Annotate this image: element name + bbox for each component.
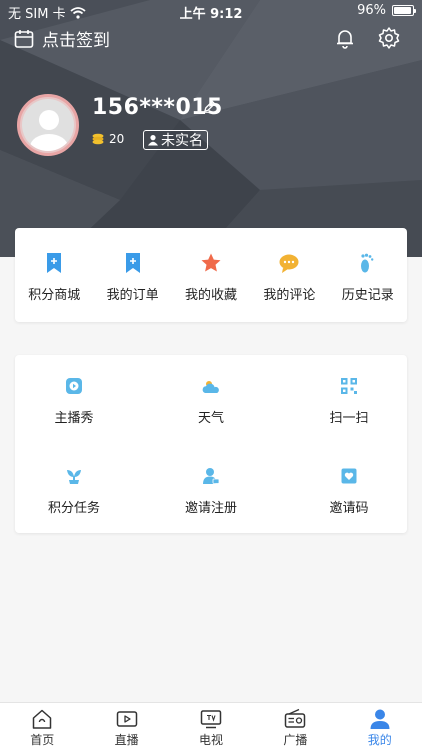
video-play-icon (66, 378, 82, 394)
battery-percent: 96% (357, 3, 386, 18)
quick-action-favorites[interactable]: 我的收藏 (172, 228, 250, 322)
coin-count: 20 (109, 132, 125, 146)
coin-icon (92, 133, 104, 145)
tab-live[interactable]: 直播 (84, 703, 168, 750)
bookmark-plus-icon (125, 253, 140, 273)
scan-icon (341, 378, 357, 394)
status-bar: 无 SIM 卡 上午 9:12 96% (0, 0, 422, 22)
chat-bubble-icon (279, 254, 299, 273)
user-shield-icon (148, 135, 158, 146)
radio-icon (285, 708, 306, 728)
home-icon (32, 709, 52, 729)
service-anchor-show[interactable]: 主播秀 (9, 355, 139, 435)
tab-tv[interactable]: 电视 (169, 703, 253, 750)
live-icon (116, 711, 137, 727)
tv-icon (200, 710, 222, 729)
service-invite-register[interactable]: 邀请注册 (146, 445, 276, 525)
bottom-tab-bar: 首页 直播 电视 广播 我的 (0, 702, 422, 750)
service-weather[interactable]: 天气 (146, 355, 276, 435)
calendar-icon (14, 29, 34, 48)
quick-action-points-mall[interactable]: 积分商城 (15, 228, 93, 322)
default-avatar-icon (30, 110, 68, 151)
sprout-icon (67, 470, 81, 484)
quick-action-comments[interactable]: 我的评论 (250, 228, 328, 322)
bell-icon[interactable] (333, 26, 357, 50)
invite-code-icon (341, 468, 357, 484)
service-invite-code[interactable]: 邀请码 (284, 445, 414, 525)
bookmark-plus-icon (47, 253, 62, 273)
quick-action-history[interactable]: 历史记录 (329, 228, 407, 322)
services-card: 主播秀 天气 扫一扫 积分任务 邀请注册 邀请码 (15, 355, 407, 533)
signin-label: 点击签到 (42, 31, 110, 51)
profile-icon (370, 709, 390, 729)
verify-badge[interactable]: 未实名 (143, 130, 208, 150)
tab-mine[interactable]: 我的 (338, 703, 422, 750)
signin-button[interactable]: 点击签到 (14, 26, 110, 51)
tab-radio[interactable]: 广播 (253, 703, 337, 750)
quick-action-my-orders[interactable]: 我的订单 (93, 228, 171, 322)
avatar[interactable] (17, 94, 79, 156)
tab-home[interactable]: 首页 (0, 703, 84, 750)
weather-icon (202, 381, 219, 393)
profile-header: 无 SIM 卡 上午 9:12 96% 点击签到 156***015 20 未实… (0, 0, 422, 257)
edit-icon[interactable] (203, 100, 216, 113)
user-invite-icon (203, 468, 220, 484)
service-points-tasks[interactable]: 积分任务 (9, 445, 139, 525)
quick-actions-card: 积分商城 我的订单 我的收藏 我的评论 历史记录 (15, 228, 407, 322)
verify-badge-label: 未实名 (161, 133, 203, 149)
star-icon (201, 253, 221, 272)
footprint-icon (360, 253, 374, 273)
battery-icon (392, 5, 416, 16)
gear-icon[interactable] (377, 26, 401, 50)
service-scan[interactable]: 扫一扫 (284, 355, 414, 435)
